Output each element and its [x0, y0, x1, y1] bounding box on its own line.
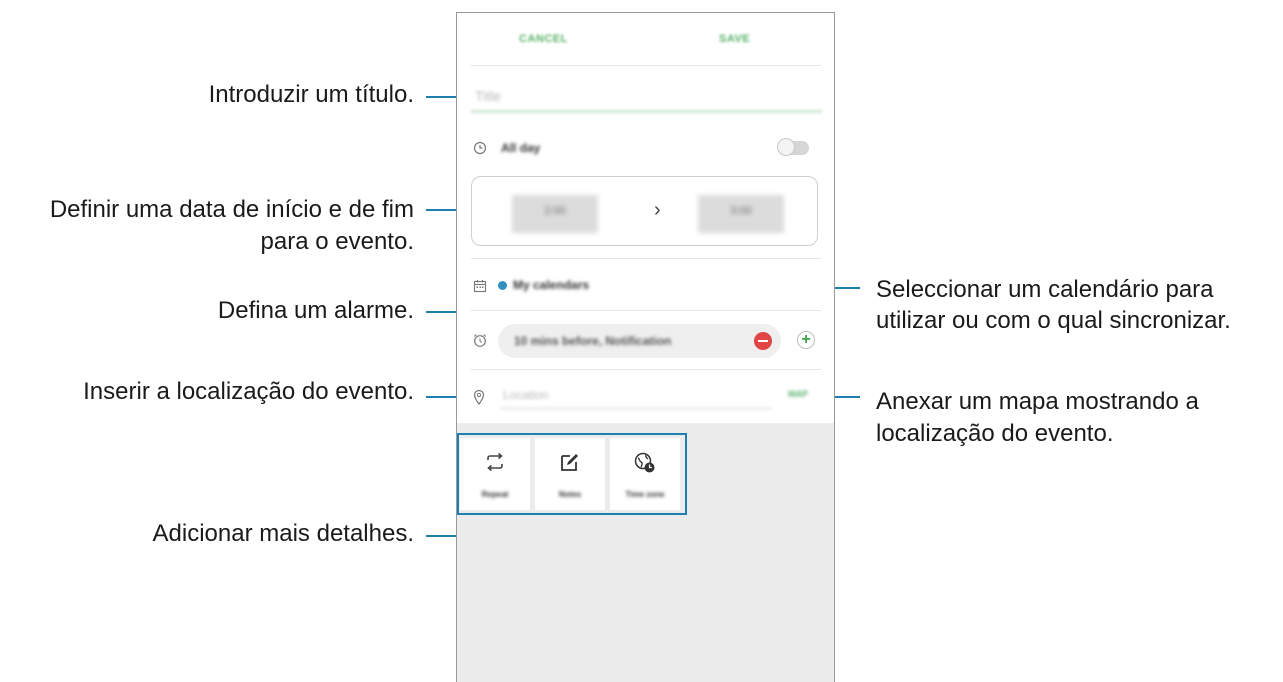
date-range-box: 2:00 › 3:00: [471, 176, 818, 246]
toggle-knob: [777, 138, 795, 156]
annotation-alarm: Defina um alarme.: [217, 297, 414, 324]
calendar-color-dot: [498, 281, 507, 290]
cancel-button[interactable]: CANCEL: [519, 33, 568, 45]
alarm-text: 10 mins before, Notification: [514, 334, 672, 348]
divider: [471, 369, 821, 370]
annotation-date-line2: para o evento.: [260, 228, 414, 255]
all-day-toggle[interactable]: [777, 138, 809, 156]
date-arrow-icon: ›: [654, 199, 661, 221]
annotation-details: Adicionar mais detalhes.: [152, 520, 414, 547]
end-date-text: 3:00: [730, 205, 752, 217]
add-alarm-button[interactable]: +: [797, 331, 815, 349]
title-input[interactable]: [471, 81, 822, 112]
annotation-location: Inserir a localização do evento.: [83, 378, 414, 405]
calendar-selector[interactable]: My calendars: [513, 278, 589, 292]
event-form: CANCEL SAVE All day 2:00 › 3:00: [457, 13, 834, 423]
all-day-label: All day: [501, 141, 541, 155]
start-date-text: 2:00: [544, 205, 566, 217]
divider: [471, 65, 821, 66]
clock-icon: [473, 141, 487, 155]
calendar-icon: [473, 280, 487, 293]
annotation-calendar-line1: Seleccionar um calendário para: [876, 276, 1214, 303]
annotation-date-line1: Definir uma data de início e de fim: [49, 196, 414, 223]
annotation-map-line2: localização do evento.: [876, 420, 1114, 447]
location-input[interactable]: [501, 382, 771, 409]
annotation-map-line1: Anexar um mapa mostrando a: [876, 388, 1199, 415]
annotation-calendar-line2: utilizar ou com o qual sincronizar.: [876, 307, 1231, 334]
phone-screen: CANCEL SAVE All day 2:00 › 3:00: [456, 12, 835, 682]
details-highlight-box: [457, 433, 687, 515]
end-date-button[interactable]: 3:00: [698, 195, 784, 233]
alarm-selector[interactable]: 10 mins before, Notification: [498, 324, 781, 358]
alarm-icon: [473, 334, 487, 347]
annotation-title: Introduzir um título.: [208, 81, 414, 108]
remove-alarm-button[interactable]: [754, 332, 772, 350]
divider: [471, 258, 821, 259]
divider: [471, 310, 821, 311]
location-pin-icon: [473, 389, 485, 405]
map-button[interactable]: MAP: [788, 389, 808, 399]
start-date-button[interactable]: 2:00: [512, 195, 598, 233]
save-button[interactable]: SAVE: [719, 33, 750, 45]
